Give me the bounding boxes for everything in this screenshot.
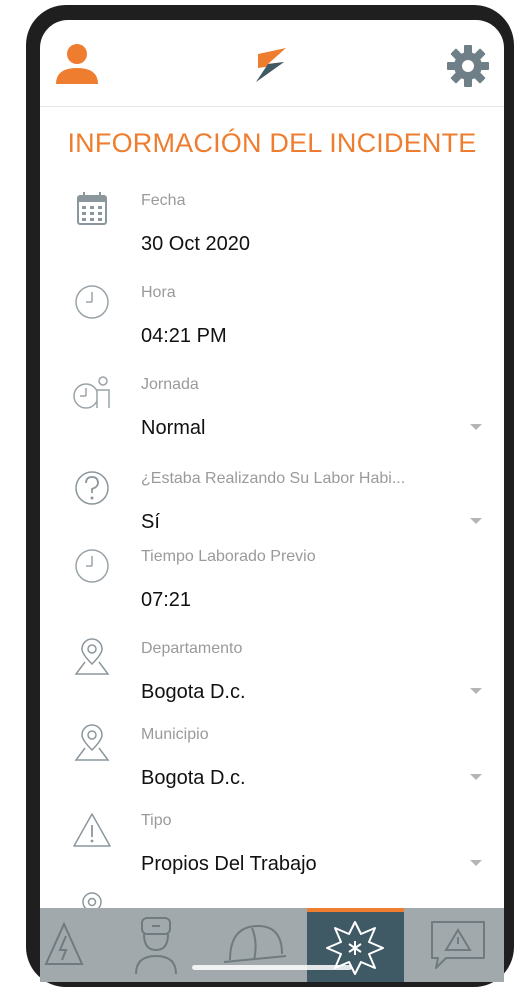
page-title: INFORMACIÓN DEL INCIDENTE [67, 128, 477, 158]
field-value: 07:21 [141, 589, 192, 611]
field-hora[interactable]: Hora 04:21 PM [40, 280, 504, 366]
gear-icon[interactable] [446, 44, 490, 88]
question-icon [75, 471, 109, 505]
field-label: Tiempo Laborado Previo [141, 548, 316, 565]
field-tiempo-laborado[interactable]: Tiempo Laborado Previo 07:21 [40, 544, 504, 630]
field-tipo[interactable]: Tipo Propios Del Trabajo [40, 808, 504, 894]
field-value: Bogota D.c. [141, 767, 246, 789]
medic-icon [135, 917, 177, 975]
map-pin-icon [74, 724, 110, 761]
alert-chat-icon [431, 921, 485, 969]
warning-icon [73, 813, 111, 847]
field-labor-habitual[interactable]: ¿Estaba Realizando Su Labor Habi... Sí [40, 466, 504, 552]
worker-clock-icon [73, 376, 110, 409]
tab-explosion[interactable] [307, 908, 404, 982]
field-label: ¿Estaba Realizando Su Labor Habi... [141, 470, 406, 487]
clock-icon [75, 285, 109, 319]
field-value: 04:21 PM [141, 325, 227, 347]
active-tab-indicator [307, 908, 404, 912]
helmet-icon [223, 924, 287, 963]
tab-alert-chat[interactable] [420, 908, 504, 982]
top-bar [40, 20, 504, 107]
person-icon[interactable] [54, 42, 100, 86]
tab-helmet[interactable] [212, 908, 296, 982]
field-departamento[interactable]: Departamento Bogota D.c. [40, 636, 504, 722]
field-municipio[interactable]: Municipio Bogota D.c. [40, 722, 504, 808]
field-label: Hora [141, 284, 176, 301]
field-label: Tipo [141, 812, 172, 829]
field-label: Jornada [141, 376, 199, 393]
bottom-tab-bar [40, 908, 504, 982]
field-value: Sí [141, 511, 160, 533]
chevron-down-icon[interactable] [470, 774, 482, 780]
explosion-icon [326, 921, 384, 975]
field-value: Normal [141, 417, 206, 439]
app-screen: INFORMACIÓN DEL INCIDENTE Fecha 30 Oct 2… [40, 20, 504, 982]
map-pin-icon [74, 638, 110, 675]
field-jornada[interactable]: Jornada Normal [40, 372, 504, 458]
map-pin-icon [82, 892, 102, 908]
field-value: Propios Del Trabajo [141, 853, 317, 875]
clock-icon [75, 549, 109, 583]
field-value: 30 Oct 2020 [141, 233, 250, 255]
field-value: Bogota D.c. [141, 681, 246, 703]
calendar-icon [77, 192, 107, 225]
brand-logo [256, 48, 286, 82]
chevron-down-icon[interactable] [470, 860, 482, 866]
tab-electric-hazard[interactable] [40, 908, 90, 982]
chevron-down-icon[interactable] [470, 688, 482, 694]
field-label: Municipio [141, 726, 209, 743]
field-label: Departamento [141, 640, 243, 657]
tab-medic[interactable] [114, 908, 198, 982]
home-indicator[interactable] [192, 965, 352, 970]
field-label: Fecha [141, 192, 186, 209]
chevron-down-icon[interactable] [470, 518, 482, 524]
field-fecha[interactable]: Fecha 30 Oct 2020 [40, 188, 504, 274]
electric-hazard-icon [44, 921, 84, 965]
chevron-down-icon[interactable] [470, 424, 482, 430]
